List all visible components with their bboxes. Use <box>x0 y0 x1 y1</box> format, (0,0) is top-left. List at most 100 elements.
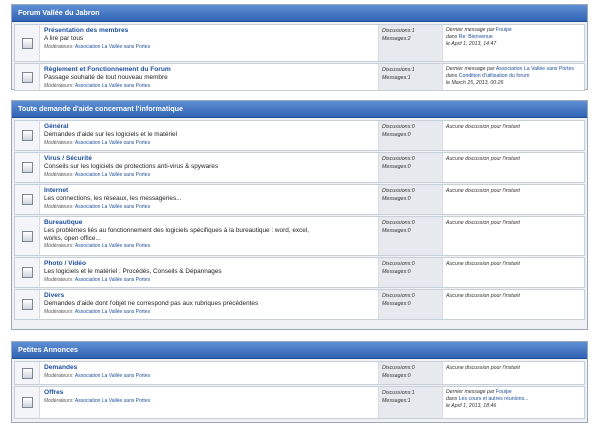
forum-list: Présentation des membres A lire par tous M… <box>12 22 587 94</box>
moderators-label: Modérateurs: <box>44 43 74 50</box>
last-post-author-link[interactable]: Association La Vallée sans Portes <box>496 66 574 72</box>
forum-status-icon-cell <box>15 25 40 61</box>
forum-title-link[interactable]: Offres <box>44 389 374 397</box>
forum-title-link[interactable]: Virus / Sécurité <box>44 155 374 163</box>
messages-count: Messages:0 <box>382 372 439 380</box>
last-post-cell: Aucune discussion pour l'instant <box>443 121 584 150</box>
forum-info: Général Demandes d'aide sur les logiciels… <box>40 121 379 150</box>
last-post-topic-line: dans Les cours et autres réunions... <box>446 396 581 403</box>
forum-title-link[interactable]: Général <box>44 123 374 131</box>
forum-row: Règlement et Fonctionnement du Forum Pass… <box>14 63 585 91</box>
discussions-value: 1 <box>411 28 415 34</box>
messages-count: Messages:1 <box>382 74 439 82</box>
forum-description: works, open office... <box>44 234 101 242</box>
forum-index-page: Forum Vallée du Jabron Présentation des … <box>0 0 600 426</box>
forum-read-icon <box>21 194 33 205</box>
last-post-topic-link[interactable]: Condition d'utilisation du forum <box>459 73 530 79</box>
messages-count: Messages:1 <box>382 397 439 405</box>
last-post-label: Dernier message par <box>446 27 495 33</box>
messages-value: 1 <box>407 75 411 81</box>
last-post-in-label: dans <box>446 396 458 402</box>
forum-info: Bureautique Les problèmes liés au fonctio… <box>40 217 379 255</box>
forum-info: Divers Demandes d'aide dont l'objet ne co… <box>40 290 379 319</box>
forum-status-icon-cell <box>15 64 40 90</box>
forum-description: Passage souhaité de tout nouveau membre <box>44 74 168 81</box>
forum-moderators: Modérateurs: Association La Vallée sans … <box>44 172 374 179</box>
category-panel-vallee-du-jabron: Forum Vallée du Jabron Présentation des … <box>11 4 588 91</box>
discussions-value: 0 <box>411 220 415 226</box>
forum-stats: Discussions:0 Messages:0 <box>379 153 443 182</box>
messages-label: Messages: <box>382 228 408 234</box>
last-post-cell: Aucune discussion pour l'instant <box>443 258 584 287</box>
messages-label: Messages: <box>382 164 408 170</box>
no-discussion-text: Aucune discussion pour l'instant <box>446 220 520 226</box>
forum-status-icon-cell <box>15 153 40 182</box>
category-header[interactable]: Toute demande d'aide concernant l'inform… <box>12 101 587 118</box>
messages-value: 0 <box>407 269 411 275</box>
discussions-count: Discussions:0 <box>382 123 439 131</box>
moderator-link[interactable]: Association La Vallée sans Portes <box>75 243 150 249</box>
moderator-link[interactable]: Association La Vallée sans Portes <box>75 277 150 283</box>
moderator-link[interactable]: Association La Vallée sans Portes <box>75 140 150 146</box>
forum-title-link[interactable]: Divers <box>44 292 374 300</box>
forum-row: Offres Modérateurs: Association La Vallée… <box>14 386 585 419</box>
forum-stats: Discussions:1 Messages:2 <box>379 25 443 61</box>
forum-read-icon <box>21 299 33 310</box>
last-post-in-label: dans <box>446 34 458 40</box>
moderators-label: Modérateurs: <box>44 373 74 379</box>
discussions-count: Discussions:0 <box>382 364 439 372</box>
last-post-topic-link[interactable]: Les cours et autres réunions... <box>459 396 529 402</box>
moderator-link[interactable]: Association La Vallée sans Portes <box>75 172 150 178</box>
discussions-value: 0 <box>411 124 415 130</box>
discussions-label: Discussions: <box>382 28 412 34</box>
last-post-author-link[interactable]: Fouipe <box>496 27 512 33</box>
last-post-cell: Aucune discussion pour l'instant <box>443 217 584 255</box>
moderators-label: Modérateurs: <box>44 398 74 404</box>
forum-info: Photo / Vidéo Les logiciels et le matérie… <box>40 258 379 287</box>
messages-value: 0 <box>407 373 411 379</box>
last-post-header-line: Dernier message par Association La Vallé… <box>446 66 581 73</box>
forum-stats: Discussions:0 Messages:0 <box>379 217 443 255</box>
discussions-value: 0 <box>411 188 415 194</box>
forum-title-link[interactable]: Demandes <box>44 364 374 372</box>
last-post-label: Dernier message par <box>446 389 495 395</box>
discussions-value: 1 <box>411 390 415 396</box>
no-discussion-text: Aucune discussion pour l'instant <box>446 293 520 299</box>
moderator-link[interactable]: Association La Vallée sans Portes <box>75 309 150 315</box>
messages-label: Messages: <box>382 75 408 81</box>
forum-title-link[interactable]: Présentation des membres <box>44 27 374 35</box>
forum-status-icon-cell <box>15 387 40 418</box>
moderator-link[interactable]: Association La Vallée sans Portes <box>75 83 150 89</box>
category-header[interactable]: Forum Vallée du Jabron <box>12 5 587 22</box>
last-post-topic-link[interactable]: Re: Bienvenue <box>459 34 493 40</box>
moderator-link[interactable]: Association La Vallée sans Portes <box>75 373 150 379</box>
forum-read-icon <box>21 162 33 173</box>
last-post-header-line: Dernier message par Fouipe <box>446 389 581 396</box>
forum-read-icon <box>21 71 33 83</box>
forum-title-link[interactable]: Photo / Vidéo <box>44 260 374 268</box>
moderators-label: Modérateurs: <box>44 82 74 89</box>
forum-title-link[interactable]: Internet <box>44 187 374 195</box>
last-post-date: le April 1, 2013, 18:46 <box>446 403 497 409</box>
forum-row: Photo / Vidéo Les logiciels et le matérie… <box>14 257 585 288</box>
last-post-in-label: dans <box>446 73 458 79</box>
no-discussion-text: Aucune discussion pour l'instant <box>446 124 520 130</box>
messages-value: 2 <box>407 36 411 42</box>
moderator-link[interactable]: Association La Vallée sans Portes <box>75 204 150 210</box>
forum-description: Demandes d'aide sur les logiciels et le … <box>44 131 178 138</box>
category-header[interactable]: Petites Annonces <box>12 342 587 359</box>
forum-info: Internet Les connections, les réseaux, le… <box>40 185 379 214</box>
moderator-link[interactable]: Association La Vallée sans Portes <box>75 44 150 50</box>
discussions-label: Discussions: <box>382 188 412 194</box>
messages-label: Messages: <box>382 36 408 42</box>
moderator-link[interactable]: Association La Vallée sans Portes <box>75 398 150 404</box>
last-post-cell: Aucune discussion pour l'instant <box>443 290 584 319</box>
moderators-label: Modérateurs: <box>44 243 74 250</box>
forum-title-link[interactable]: Règlement et Fonctionnement du Forum <box>44 66 374 74</box>
last-post-author-link[interactable]: Fouipe <box>496 389 512 395</box>
forum-title-link[interactable]: Bureautique <box>44 219 374 227</box>
forum-moderators: Modérateurs: Association La Vallée sans … <box>44 44 374 51</box>
discussions-value: 0 <box>411 156 415 162</box>
messages-label: Messages: <box>382 269 408 275</box>
last-post-cell: Dernier message par Fouipe dans Re: Bienv… <box>443 25 584 61</box>
